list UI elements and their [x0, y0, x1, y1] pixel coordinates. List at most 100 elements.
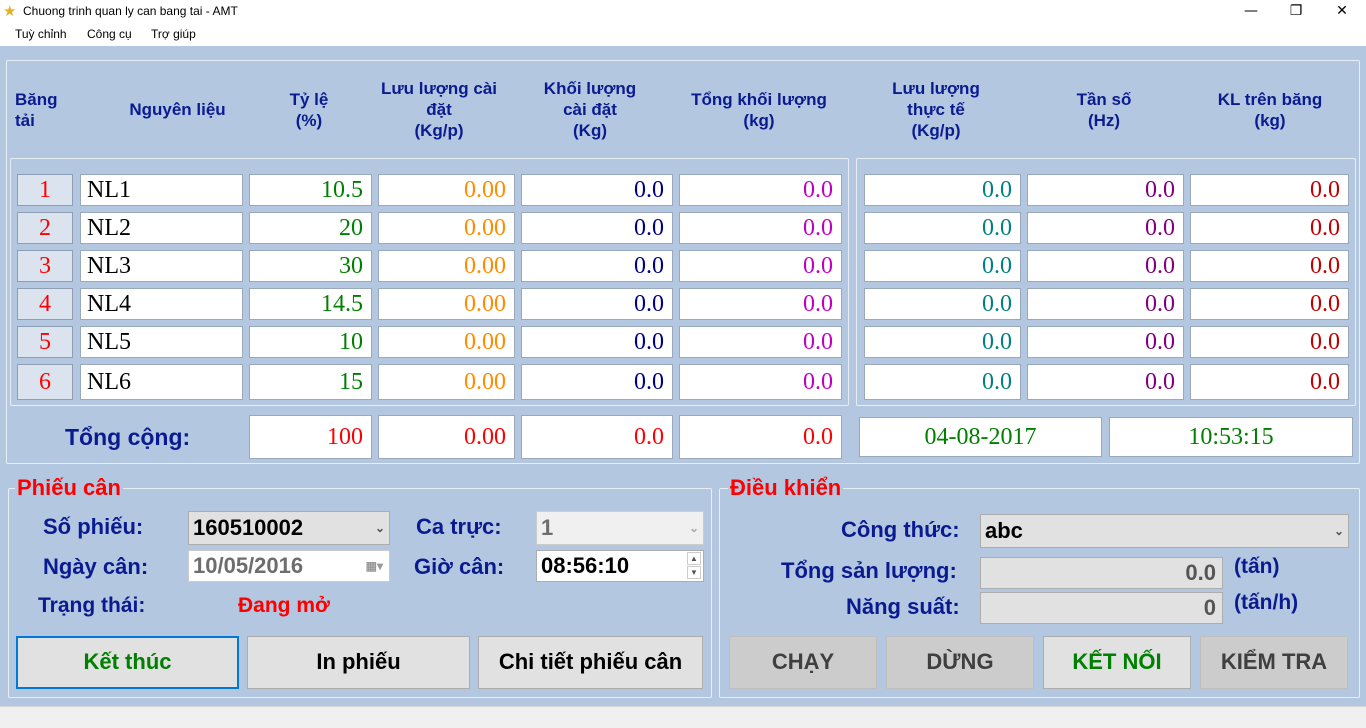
chevron-down-icon: ⌄	[688, 521, 699, 535]
header-luu-luong-thuc-te: Lưu lượng thực tế (Kg/p)	[892, 79, 980, 140]
flow-set-cell: 0.00	[378, 364, 515, 400]
cong-thuc-value: abc	[985, 518, 1023, 543]
ca-truc-value: 1	[541, 515, 554, 540]
total-mass-cell: 0.0	[679, 250, 842, 282]
ratio-cell[interactable]: 20	[249, 212, 372, 244]
kl-cell: 0.0	[1190, 288, 1349, 320]
calendar-icon: ▦▾	[365, 559, 383, 573]
flow-set-cell: 0.00	[378, 326, 515, 358]
material-name[interactable]: NL2	[80, 212, 243, 244]
flow-actual-cell: 0.0	[864, 364, 1021, 400]
header-khoi-luong-cai-dat: Khối lượng cài đặt (Kg)	[543, 79, 637, 140]
gio-can-label: Giờ cân:	[414, 554, 505, 579]
kl-cell: 0.0	[1190, 250, 1349, 282]
cong-thuc-select[interactable]: abc ⌄	[980, 514, 1349, 548]
ngay-can-datepicker[interactable]: 10/05/2016 ▦▾	[188, 550, 390, 582]
so-phieu-select[interactable]: 160510002 ⌄	[188, 511, 390, 545]
ratio-cell[interactable]: 15	[249, 364, 372, 400]
material-name[interactable]: NL1	[80, 174, 243, 206]
in-phieu-button[interactable]: In phiếu	[247, 636, 470, 689]
total-total-mass: 0.0	[679, 415, 842, 459]
ticket-title: Phiếu cân	[15, 475, 123, 501]
ratio-cell[interactable]: 10	[249, 326, 372, 358]
gio-can-timepicker[interactable]: 08:56:10 ▲ ▼	[536, 550, 704, 582]
gio-can-value: 08:56:10	[541, 553, 630, 578]
ratio-cell[interactable]: 30	[249, 250, 372, 282]
ket-thuc-button[interactable]: Kết thúc	[16, 636, 239, 689]
freq-cell: 0.0	[1027, 288, 1184, 320]
dung-button[interactable]: DỪNG	[886, 636, 1034, 689]
ket-noi-button[interactable]: KẾT NỐI	[1043, 636, 1191, 689]
chay-button[interactable]: CHẠY	[729, 636, 877, 689]
ca-truc-select[interactable]: 1 ⌄	[536, 511, 704, 545]
total-mass-cell: 0.0	[679, 364, 842, 400]
material-name[interactable]: NL3	[80, 250, 243, 282]
mass-set-cell: 0.0	[521, 288, 673, 320]
restore-button[interactable]: ❐	[1273, 0, 1319, 24]
flow-actual-cell: 0.0	[864, 288, 1021, 320]
header-kl-tren-bang: KL trên băng (kg)	[1217, 90, 1323, 130]
belt-index: 2	[17, 212, 73, 244]
spin-up-icon[interactable]: ▲	[687, 552, 701, 565]
total-label: Tổng cộng:	[65, 424, 191, 450]
material-name[interactable]: NL4	[80, 288, 243, 320]
kl-cell: 0.0	[1190, 326, 1349, 358]
time-display: 10:53:15	[1109, 417, 1353, 457]
total-mass-set: 0.0	[521, 415, 673, 459]
tong-san-luong-label: Tổng sản lượng:	[781, 558, 957, 583]
menu-bar	[0, 24, 1366, 46]
trang-thai-value: Đang mở	[238, 594, 330, 617]
kiem-tra-button[interactable]: KIỂM TRA	[1200, 636, 1348, 689]
material-name[interactable]: NL6	[80, 364, 243, 400]
mass-set-cell: 0.0	[521, 212, 673, 244]
flow-set-cell: 0.00	[378, 288, 515, 320]
spin-down-icon[interactable]: ▼	[687, 566, 701, 579]
kl-cell: 0.0	[1190, 364, 1349, 400]
flow-set-cell: 0.00	[378, 212, 515, 244]
material-name[interactable]: NL5	[80, 326, 243, 358]
belt-index: 5	[17, 326, 73, 358]
flow-actual-cell: 0.0	[864, 212, 1021, 244]
flow-actual-cell: 0.0	[864, 174, 1021, 206]
cong-thuc-label: Công thức:	[841, 517, 960, 542]
total-flow-set: 0.00	[378, 415, 515, 459]
date-display: 04-08-2017	[859, 417, 1102, 457]
total-mass-cell: 0.0	[679, 288, 842, 320]
minimize-button[interactable]: —	[1228, 0, 1274, 24]
chevron-down-icon: ⌄	[374, 521, 385, 535]
flow-actual-cell: 0.0	[864, 250, 1021, 282]
nang-suat-field: 0	[980, 592, 1223, 624]
so-phieu-value: 160510002	[193, 515, 304, 540]
title-bar: ★ Chuong trinh quan ly can bang tai - AM…	[0, 0, 1366, 24]
freq-cell: 0.0	[1027, 364, 1184, 400]
total-mass-cell: 0.0	[679, 212, 842, 244]
control-title: Điều khiển	[728, 475, 844, 501]
menu-tuy-chinh[interactable]: Tuỳ chỉnh	[15, 27, 67, 41]
ratio-cell[interactable]: 10.5	[249, 174, 372, 206]
tong-san-luong-field: 0.0	[980, 557, 1223, 589]
mass-set-cell: 0.0	[521, 326, 673, 358]
mass-set-cell: 0.0	[521, 174, 673, 206]
window-title: Chuong trinh quan ly can bang tai - AMT	[23, 4, 238, 18]
menu-tro-giup[interactable]: Trợ giúp	[151, 27, 196, 41]
nang-suat-unit: (tấn/h)	[1234, 591, 1299, 614]
kl-cell: 0.0	[1190, 212, 1349, 244]
chi-tiet-phieu-can-button[interactable]: Chi tiết phiếu cân	[478, 636, 703, 689]
total-mass-cell: 0.0	[679, 326, 842, 358]
flow-set-cell: 0.00	[378, 174, 515, 206]
close-button[interactable]: ✕	[1319, 0, 1365, 24]
tong-san-luong-unit: (tấn)	[1234, 555, 1280, 578]
freq-cell: 0.0	[1027, 174, 1184, 206]
kl-cell: 0.0	[1190, 174, 1349, 206]
trang-thai-label: Trạng thái:	[38, 594, 146, 617]
belt-index: 3	[17, 250, 73, 282]
menu-cong-cu[interactable]: Công cụ	[87, 27, 132, 41]
header-ty-le: Tỷ lệ (%)	[289, 90, 329, 130]
freq-cell: 0.0	[1027, 250, 1184, 282]
flow-actual-cell: 0.0	[864, 326, 1021, 358]
chevron-down-icon: ⌄	[1333, 524, 1344, 538]
ca-truc-label: Ca trực:	[416, 514, 502, 539]
ratio-cell[interactable]: 14.5	[249, 288, 372, 320]
header-tong-khoi-luong: Tổng khối lượng (kg)	[691, 90, 827, 130]
total-mass-cell: 0.0	[679, 174, 842, 206]
